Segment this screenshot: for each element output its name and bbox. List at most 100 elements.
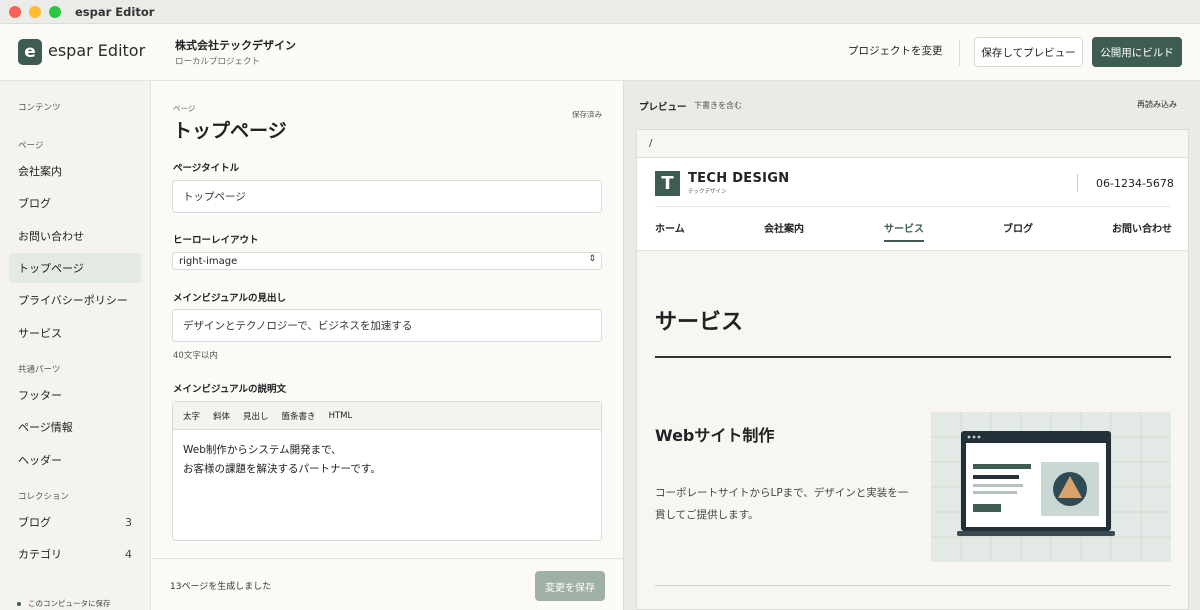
site-name[interactable]: TECH DESIGN bbox=[688, 171, 789, 186]
laptop-illustration bbox=[931, 412, 1171, 562]
sidebar-item-collection-blog[interactable]: ブログ 3 bbox=[9, 507, 141, 537]
heading-rule bbox=[655, 356, 1171, 358]
site-nav-home[interactable]: ホーム bbox=[655, 220, 685, 235]
bold-button[interactable]: 太字 bbox=[183, 410, 200, 422]
page-title-input[interactable]: トップページ bbox=[172, 180, 602, 213]
app-name: espar Editor bbox=[48, 41, 146, 60]
saved-status: 保存済み bbox=[572, 110, 602, 119]
phone-divider bbox=[1077, 174, 1078, 192]
hero-layout-label: ヒーローレイアウト bbox=[173, 235, 259, 246]
sidebar-item-services[interactable]: サービス bbox=[9, 318, 141, 348]
window-controls bbox=[9, 5, 61, 18]
sidebar-item-contact[interactable]: お問い合わせ bbox=[9, 221, 141, 251]
site-header: T TECH DESIGN テックデザイン 06-1234-5678 ホーム 会… bbox=[637, 158, 1188, 251]
desc-line: Web制作からシステム開発まで、 bbox=[183, 444, 342, 456]
save-changes-button[interactable]: 変更を保存 bbox=[535, 571, 605, 601]
site-phone[interactable]: 06-1234-5678 bbox=[1096, 177, 1174, 190]
hero-layout-value: right-image bbox=[179, 255, 238, 267]
heading-button[interactable]: 見出し bbox=[243, 410, 269, 422]
change-project-button[interactable]: プロジェクトを変更 bbox=[848, 43, 943, 58]
rich-text-toolbar: 太字 斜体 見出し 箇条書き HTML bbox=[173, 402, 601, 430]
sidebar-item-label: カテゴリ bbox=[18, 548, 62, 561]
local-save-status: このコンピュータに保存 bbox=[17, 598, 111, 609]
minimize-window-button[interactable] bbox=[29, 5, 41, 18]
service-description: コーポレートサイトからLPまで、デザインと実装を一貫してご提供します。 bbox=[655, 487, 909, 521]
select-chevron-icon: ⇕ bbox=[588, 254, 596, 264]
site-logo-icon[interactable]: T bbox=[655, 171, 680, 196]
sidebar-item-privacy-policy[interactable]: プライバシーポリシー bbox=[9, 285, 141, 315]
sidebar-item-blog[interactable]: ブログ bbox=[9, 188, 141, 218]
collection-count: 3 bbox=[125, 515, 132, 529]
preview-draft-note: 下書きを含む bbox=[694, 101, 742, 110]
sidebar-item-label: ページ情報 bbox=[18, 421, 73, 434]
main-visual-desc-editor[interactable]: 太字 斜体 見出し 箇条書き HTML Web制作からシステム開発まで、 お客様… bbox=[172, 401, 602, 541]
header-divider bbox=[959, 40, 960, 66]
desc-line: お客様の課題を解決するパートナーです。 bbox=[183, 463, 381, 475]
site-page-heading: サービス bbox=[655, 310, 744, 335]
status-dot-icon bbox=[17, 601, 21, 606]
sidebar-item-label: ブログ bbox=[18, 197, 51, 210]
sidebar-item-label: ブログ bbox=[18, 516, 51, 529]
project-company-name: 株式会社テックデザイン bbox=[175, 39, 296, 52]
editor-panel: ページ トップページ 保存済み ページタイトル トップページ ヒーローレイアウト… bbox=[151, 81, 623, 610]
italic-button[interactable]: 斜体 bbox=[213, 410, 230, 422]
sidebar-item-company[interactable]: 会社案内 bbox=[9, 156, 141, 186]
preview-url: / bbox=[649, 138, 653, 149]
sidebar-item-footer[interactable]: フッター bbox=[9, 380, 141, 410]
sidebar-item-label: ヘッダー bbox=[18, 454, 62, 467]
main-visual-heading-label: メインビジュアルの見出し bbox=[173, 293, 287, 304]
nav-divider bbox=[655, 206, 1170, 207]
service-title: Webサイト制作 bbox=[655, 426, 775, 445]
main-visual-desc-label: メインビジュアルの説明文 bbox=[173, 384, 287, 395]
bullet-list-button[interactable]: 箇条書き bbox=[282, 410, 316, 422]
rich-text-content[interactable]: Web制作からシステム開発まで、 お客様の課題を解決するパートナーです。 bbox=[173, 430, 601, 490]
close-window-button[interactable] bbox=[9, 5, 21, 18]
sidebar: コンテンツ ページ 会社案内 ブログ お問い合わせ トップページ プライバシーポ… bbox=[0, 81, 151, 610]
sidebar-item-page-info[interactable]: ページ情報 bbox=[9, 412, 141, 442]
sidebar-item-label: プライバシーポリシー bbox=[18, 294, 128, 307]
project-type: ローカルプロジェクト bbox=[175, 57, 261, 67]
sidebar-item-collection-category[interactable]: カテゴリ 4 bbox=[9, 539, 141, 569]
collection-count: 4 bbox=[125, 547, 132, 561]
sidebar-item-top-page[interactable]: トップページ bbox=[9, 253, 141, 283]
zoom-window-button[interactable] bbox=[49, 5, 61, 18]
preview-title: プレビュー bbox=[639, 102, 687, 113]
preview-panel: プレビュー 下書きを含む 再読み込み / T TECH DESIGN テックデザ… bbox=[623, 81, 1200, 610]
site-name-kana: テックデザイン bbox=[688, 189, 727, 195]
sidebar-item-header[interactable]: ヘッダー bbox=[9, 445, 141, 475]
window-title: espar Editor bbox=[75, 4, 155, 19]
sidebar-section-collections: コレクション bbox=[18, 492, 70, 502]
sidebar-item-label: 会社案内 bbox=[18, 165, 62, 178]
preview-url-bar: / bbox=[636, 129, 1189, 157]
site-nav-company[interactable]: 会社案内 bbox=[764, 220, 804, 235]
heading-length-hint: 40文字以内 bbox=[173, 351, 218, 361]
editor-footer: 13ページを生成しました 変更を保存 bbox=[151, 558, 623, 610]
main-visual-heading-input[interactable]: デザインとテクノロジーで、ビジネスを加速する bbox=[172, 309, 602, 342]
hero-layout-select[interactable]: right-image ⇕ bbox=[172, 252, 602, 270]
sidebar-section-shared-parts: 共通パーツ bbox=[18, 365, 61, 375]
generation-status: 13ページを生成しました bbox=[170, 582, 272, 592]
sidebar-item-label: フッター bbox=[18, 389, 62, 402]
sidebar-section-pages: ページ bbox=[18, 141, 44, 151]
site-nav-services[interactable]: サービス bbox=[884, 220, 924, 235]
page-title: トップページ bbox=[173, 120, 287, 142]
sidebar-item-label: お問い合わせ bbox=[18, 230, 84, 243]
build-for-publish-button[interactable]: 公開用にビルド bbox=[1092, 37, 1182, 67]
editor-kind-label: ページ bbox=[173, 104, 196, 113]
save-and-preview-button[interactable]: 保存してプレビュー bbox=[974, 37, 1083, 67]
active-nav-indicator bbox=[884, 240, 924, 242]
sidebar-item-label: トップページ bbox=[18, 262, 84, 275]
sidebar-item-label: サービス bbox=[18, 327, 62, 340]
window-titlebar: espar Editor bbox=[0, 0, 1200, 24]
app-header: e espar Editor 株式会社テックデザイン ローカルプロジェクト プロ… bbox=[0, 24, 1200, 81]
html-button[interactable]: HTML bbox=[329, 411, 353, 421]
reload-button[interactable]: 再読み込み bbox=[1137, 99, 1177, 110]
preview-site-frame: T TECH DESIGN テックデザイン 06-1234-5678 ホーム 会… bbox=[636, 157, 1189, 610]
site-nav-contact[interactable]: お問い合わせ bbox=[1112, 220, 1172, 235]
local-save-label: このコンピュータに保存 bbox=[28, 599, 111, 608]
sidebar-section-contents: コンテンツ bbox=[18, 103, 61, 113]
site-nav-blog[interactable]: ブログ bbox=[1003, 220, 1033, 235]
app-logo-icon: e bbox=[18, 39, 42, 65]
page-title-field-label: ページタイトル bbox=[173, 163, 240, 174]
section-divider bbox=[655, 585, 1171, 586]
